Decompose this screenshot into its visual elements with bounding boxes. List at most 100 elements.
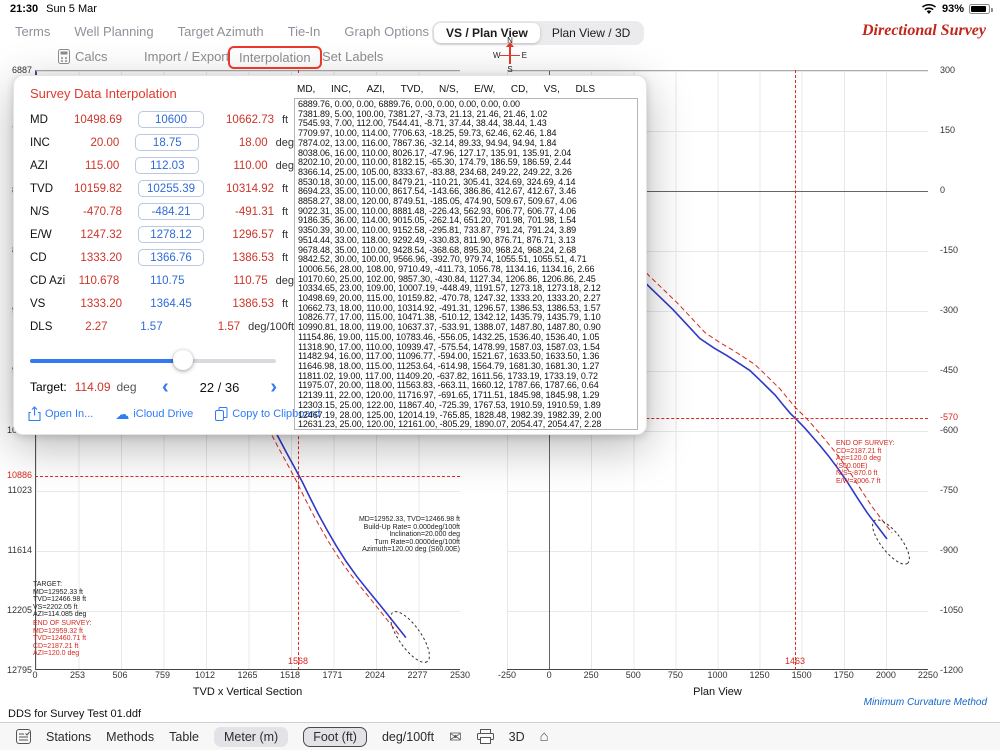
survey-column-header: CD, bbox=[510, 84, 529, 95]
bottom-toolbar: Stations Methods Table Meter (m) Foot (f… bbox=[0, 722, 1000, 750]
annotation-line: VS=2202.05 ft bbox=[33, 603, 78, 611]
survey-column-header: N/S, bbox=[439, 84, 459, 95]
interp-computed-value: 1364.45 bbox=[150, 297, 192, 310]
interp-prev-value: 10159.82 bbox=[74, 182, 122, 195]
y-tick-label: 150 bbox=[940, 125, 956, 135]
interp-input-field[interactable]: 1366.76 bbox=[138, 249, 204, 266]
interpolation-button[interactable]: Interpolation bbox=[228, 46, 322, 69]
share-icon bbox=[28, 406, 41, 421]
interp-prev-value: 110.678 bbox=[78, 274, 120, 287]
plan-ew-marker-line bbox=[795, 70, 796, 670]
slider-thumb[interactable] bbox=[172, 350, 193, 370]
interp-unit: ft bbox=[282, 251, 289, 264]
tvd-target-ellipse bbox=[390, 611, 430, 663]
interp-input-field[interactable]: 1278.12 bbox=[138, 226, 204, 243]
survey-table[interactable]: 6889.76, 0.00, 0.00, 6889.76, 0.00, 0.00… bbox=[294, 98, 638, 430]
x-tick-label: 1250 bbox=[749, 670, 770, 680]
interp-unit: ft bbox=[282, 182, 289, 195]
tvd-chart-title: TVD x Vertical Section bbox=[192, 686, 303, 698]
interp-prev-value: 10498.69 bbox=[74, 113, 122, 126]
prev-station-button[interactable]: ‹ bbox=[162, 377, 169, 397]
interp-row: CD Azi 110.678 110.75 110.75 deg bbox=[14, 269, 294, 292]
x-tick-label: 253 bbox=[69, 670, 86, 680]
threed-view-button[interactable]: 3D bbox=[509, 730, 525, 744]
table-button[interactable]: Table bbox=[169, 730, 199, 744]
calcs-button[interactable]: Calcs bbox=[58, 49, 108, 64]
interp-input-field[interactable]: 10255.39 bbox=[138, 180, 204, 197]
survey-column-header: AZI, bbox=[366, 84, 385, 95]
interp-row-label: INC bbox=[30, 136, 50, 149]
copy-icon bbox=[215, 406, 228, 421]
interp-prev-value: 20.00 bbox=[90, 136, 120, 149]
home-icon[interactable]: ⌂ bbox=[540, 728, 549, 745]
dls-unit-button[interactable]: deg/100ft bbox=[382, 730, 434, 744]
open-in-button[interactable]: Open In... bbox=[28, 406, 93, 421]
annotation-line: (S60.00E) bbox=[836, 462, 868, 470]
md-slider[interactable] bbox=[30, 350, 276, 370]
interp-input-field[interactable]: 18.75 bbox=[135, 134, 200, 151]
interp-row: N/S -470.78 -484.21 -491.31 ft bbox=[14, 200, 294, 223]
station-pager: ‹ 22 / 36 › bbox=[162, 375, 277, 399]
x-tick-label: 1771 bbox=[322, 670, 343, 680]
annotation-line: END OF SURVEY: bbox=[836, 440, 895, 447]
meter-unit-button[interactable]: Meter (m) bbox=[214, 726, 289, 747]
survey-column-header: E/W, bbox=[474, 84, 496, 95]
x-tick-label: 2000 bbox=[875, 670, 896, 680]
view-toggle: VS / Plan View Plan View / 3D bbox=[432, 21, 645, 45]
next-station-button[interactable]: › bbox=[270, 377, 277, 397]
interp-row-label: AZI bbox=[30, 159, 48, 172]
tvd-x-axis: 0 253 506 759 1012 1265 1518 1771 2024 2277 2530 bbox=[18, 670, 477, 680]
x-tick-label: -250 bbox=[497, 670, 516, 680]
x-tick-label: 2530 bbox=[449, 670, 471, 680]
interp-next-value: 110.00 bbox=[233, 159, 268, 172]
import-export-button[interactable]: Import / Export bbox=[144, 49, 229, 64]
annotation-line: CD=2187.21 ft bbox=[836, 447, 882, 455]
view-toggle-plan-3d[interactable]: Plan View / 3D bbox=[540, 23, 643, 43]
interp-prev-value: 1333.20 bbox=[80, 297, 122, 310]
interp-computed-rows: CD Azi 110.678 110.75 110.75 deg VS 1333… bbox=[14, 269, 294, 338]
interp-next-value: 1386.53 bbox=[232, 251, 274, 264]
menu-item[interactable]: Terms bbox=[15, 24, 50, 39]
battery-icon bbox=[969, 4, 993, 14]
interp-unit: ft bbox=[282, 228, 289, 241]
menu-item[interactable]: Tie-In bbox=[288, 24, 321, 39]
plan-x-marker-label: 1463 bbox=[784, 656, 806, 666]
x-tick-label: 250 bbox=[583, 670, 599, 680]
x-tick-label: 1265 bbox=[237, 670, 258, 680]
menu-item[interactable]: Target Azimuth bbox=[178, 24, 264, 39]
survey-table-header: MD, INC, AZI, TVD, N/S, E/W, CD, VS, DLS bbox=[297, 84, 595, 95]
stations-button[interactable]: Stations bbox=[46, 730, 91, 744]
menu-item[interactable]: Graph Options bbox=[344, 24, 429, 39]
interp-input-field[interactable]: -484.21 bbox=[138, 203, 204, 220]
mail-icon[interactable]: ✉ bbox=[449, 728, 462, 746]
interp-unit: deg bbox=[275, 159, 294, 172]
interp-input-field[interactable]: 10600 bbox=[138, 111, 204, 128]
survey-column-header: MD, bbox=[297, 84, 316, 95]
annotation-line: TVD=12466.98 ft bbox=[33, 596, 87, 604]
directional-survey-app: 21:30 Sun 5 Mar 93% Terms Well Planning Ta… bbox=[0, 0, 1000, 750]
icloud-drive-button[interactable]: ☁ iCloud Drive bbox=[115, 407, 193, 421]
target-label: Target: bbox=[30, 380, 67, 394]
x-tick-label: 0 bbox=[546, 670, 552, 680]
target-unit: deg bbox=[116, 380, 137, 394]
x-tick-label: 2277 bbox=[407, 670, 428, 680]
interp-row: INC 20.00 18.75 18.00 deg bbox=[14, 131, 294, 154]
menu-item[interactable]: Well Planning bbox=[74, 24, 153, 39]
annotation-line: Azi=120.0 deg bbox=[836, 455, 881, 463]
tvd-x-marker-label: 1568 bbox=[287, 656, 309, 666]
foot-unit-button[interactable]: Foot (ft) bbox=[303, 726, 367, 747]
annotation-line: END OF SURVEY: bbox=[33, 620, 92, 627]
annotation-line: N/S=-870.0 ft bbox=[836, 470, 878, 478]
print-icon[interactable] bbox=[476, 729, 494, 744]
open-in-label: Open In... bbox=[45, 407, 94, 420]
y-tick-label: 12205 bbox=[6, 605, 32, 615]
interp-row: TVD 10159.82 10255.39 10314.92 ft bbox=[14, 177, 294, 200]
stations-list-icon[interactable] bbox=[16, 729, 31, 744]
slider-fill bbox=[30, 359, 183, 363]
x-tick-label: 506 bbox=[112, 670, 128, 680]
set-labels-button[interactable]: Set Labels bbox=[322, 49, 383, 64]
interp-input-field[interactable]: 112.03 bbox=[135, 157, 200, 174]
methods-button[interactable]: Methods bbox=[106, 730, 154, 744]
x-tick-label: 2024 bbox=[364, 670, 386, 680]
interp-unit: ft bbox=[282, 113, 289, 126]
